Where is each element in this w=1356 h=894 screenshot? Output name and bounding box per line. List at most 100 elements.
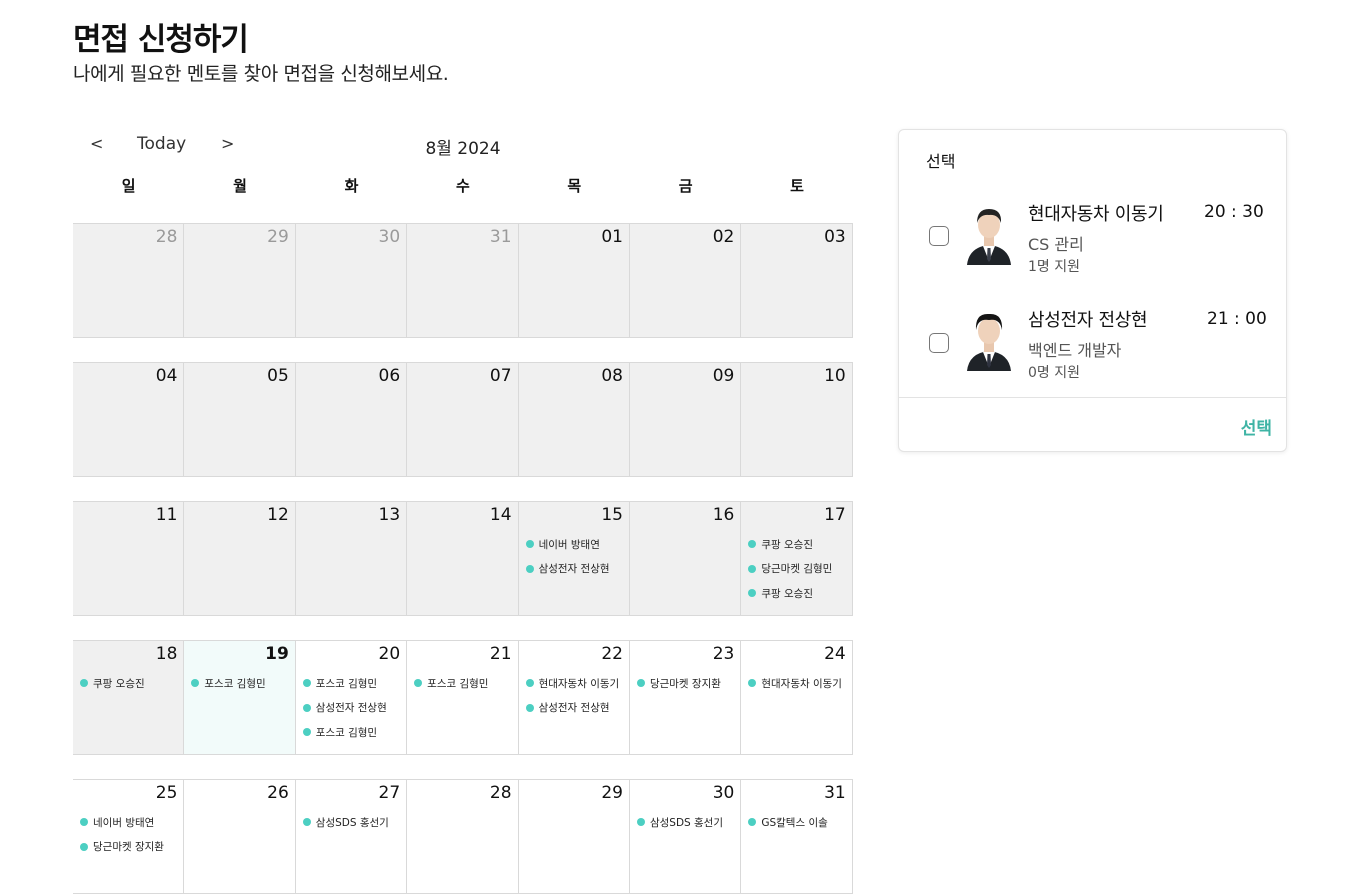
calendar-event[interactable]: 현대자동차 이동기 xyxy=(525,671,627,696)
event-list: 쿠팡 오승진 xyxy=(80,671,181,696)
mentor-item[interactable]: 현대자동차 이동기 20 : 30 CS 관리 1명 지원 xyxy=(899,200,1286,280)
calendar-day[interactable]: 30 삼성SDS 홍선기 xyxy=(629,780,742,893)
calendar-day[interactable]: 02 xyxy=(629,224,742,337)
calendar-event[interactable]: 당근마켓 김형민 xyxy=(748,557,849,582)
calendar-day[interactable]: 28 xyxy=(73,224,185,337)
event-label: 당근마켓 장지환 xyxy=(649,677,721,690)
day-number: 18 xyxy=(155,644,178,664)
weekday-label: 일 xyxy=(121,177,136,195)
calendar-day[interactable]: 08 xyxy=(518,363,630,476)
day-number: 11 xyxy=(155,505,178,525)
calendar-day[interactable]: 03 xyxy=(741,224,853,337)
calendar-day[interactable]: 25 네이버 방태연 당근마켓 장지환 xyxy=(73,780,185,893)
calendar-day[interactable]: 22 현대자동차 이동기 삼성전자 전상현 xyxy=(518,641,630,754)
calendar-day[interactable]: 13 xyxy=(295,502,408,615)
calendar-day[interactable]: 21 포스코 김형민 xyxy=(407,641,519,754)
day-number: 26 xyxy=(267,783,289,803)
calendar-event[interactable]: 쿠팡 오승진 xyxy=(80,671,181,696)
calendar-week-row: 25 네이버 방태연 당근마켓 장지환 26 27 삼성SDS 홍선기 28 29 30 삼성SD… xyxy=(73,779,853,894)
day-number: 06 xyxy=(378,366,401,386)
day-number: 24 xyxy=(824,644,846,664)
calendar-day[interactable]: 23 당근마켓 장지환 xyxy=(629,641,742,754)
day-number: 02 xyxy=(712,227,735,247)
calendar-event[interactable]: 당근마켓 장지환 xyxy=(80,835,181,860)
mentor-checkbox[interactable] xyxy=(929,333,949,353)
mentor-applicant-count: 1명 지원 xyxy=(1028,259,1080,275)
calendar-day[interactable]: 07 xyxy=(407,363,519,476)
event-list: 삼성SDS 홍선기 xyxy=(636,810,738,835)
event-label: 삼성전자 전상현 xyxy=(315,702,387,715)
day-number: 28 xyxy=(489,783,512,803)
calendar-day[interactable]: 14 xyxy=(407,502,519,615)
calendar-day[interactable]: 11 xyxy=(73,502,185,615)
event-dot-icon xyxy=(525,703,534,712)
calendar-day[interactable]: 31 xyxy=(407,224,519,337)
event-list: GS칼텍스 이솔 xyxy=(748,810,849,835)
mentor-item[interactable]: 삼성전자 전상현 21 : 00 백엔드 개발자 0명 지원 xyxy=(899,306,1286,386)
event-label: 포스코 김형민 xyxy=(427,677,489,690)
calendar-day[interactable]: 16 xyxy=(629,502,742,615)
calendar-day[interactable]: 31 GS칼텍스 이솔 xyxy=(741,780,853,893)
event-label: 현대자동차 이동기 xyxy=(761,677,842,690)
today-button[interactable]: Today xyxy=(137,134,186,154)
event-label: 네이버 방태연 xyxy=(93,816,155,829)
calendar-day[interactable]: 18 쿠팡 오승진 xyxy=(73,641,185,754)
calendar-event[interactable]: 삼성전자 전상현 xyxy=(525,696,627,721)
calendar-event[interactable]: 당근마켓 장지환 xyxy=(636,671,738,696)
event-label: 포스코 김형민 xyxy=(315,677,378,690)
calendar-event[interactable]: 삼성SDS 홍선기 xyxy=(636,810,738,835)
event-label: 쿠팡 오승진 xyxy=(761,538,813,551)
calendar-event[interactable]: 현대자동차 이동기 xyxy=(748,671,849,696)
weekday-label: 수 xyxy=(455,177,470,195)
day-number: 30 xyxy=(712,783,735,803)
calendar-toolbar: 8월 2024 < Today > xyxy=(73,134,853,160)
select-button[interactable]: 선택 xyxy=(1241,414,1272,439)
calendar-day[interactable]: 24 현대자동차 이동기 xyxy=(741,641,853,754)
mentor-checkbox[interactable] xyxy=(929,226,949,246)
calendar-day[interactable]: 04 xyxy=(73,363,185,476)
calendar-day[interactable]: 05 xyxy=(184,363,296,476)
calendar-day[interactable]: 15 네이버 방태연 삼성전자 전상현 xyxy=(518,502,630,615)
next-month-button[interactable]: > xyxy=(221,134,234,153)
calendar-event[interactable]: 포스코 김형민 xyxy=(302,671,404,696)
calendar-day[interactable]: 30 xyxy=(295,224,408,337)
day-number: 03 xyxy=(824,227,846,247)
calendar-event[interactable]: 삼성전자 전상현 xyxy=(302,696,404,721)
calendar-day[interactable]: 20 포스코 김형민 삼성전자 전상현 포스코 김형민 xyxy=(295,641,408,754)
calendar-day[interactable]: 01 xyxy=(518,224,630,337)
day-number: 27 xyxy=(378,783,401,803)
calendar-day-today[interactable]: 19 포스코 김형민 xyxy=(184,641,296,754)
calendar-day[interactable]: 27 삼성SDS 홍선기 xyxy=(295,780,408,893)
calendar-day[interactable]: 12 xyxy=(184,502,296,615)
day-number: 16 xyxy=(712,505,735,525)
calendar-event[interactable]: 포스코 김형민 xyxy=(414,671,515,696)
day-number: 04 xyxy=(155,366,178,386)
calendar-event[interactable]: 쿠팡 오승진 xyxy=(748,581,849,606)
calendar-day[interactable]: 29 xyxy=(184,224,296,337)
calendar-week-row: 11 12 13 14 15 네이버 방태연 삼성전자 전상현 16 17 쿠팡 오승진 당근마켓 … xyxy=(73,501,853,616)
calendar-event[interactable]: 삼성SDS 홍선기 xyxy=(302,810,404,835)
calendar-event[interactable]: GS칼텍스 이솔 xyxy=(748,810,849,835)
calendar-event[interactable]: 포스코 김형민 xyxy=(191,671,292,696)
calendar-event[interactable]: 네이버 방태연 xyxy=(80,810,181,835)
calendar-day[interactable]: 06 xyxy=(295,363,408,476)
calendar-event[interactable]: 삼성전자 전상현 xyxy=(525,557,627,582)
prev-month-button[interactable]: < xyxy=(90,134,103,153)
calendar-event[interactable]: 네이버 방태연 xyxy=(525,532,627,557)
event-dot-icon xyxy=(302,679,311,688)
event-list: 포스코 김형민 xyxy=(414,671,515,696)
event-label: 포스코 김형민 xyxy=(204,677,266,690)
calendar-day[interactable]: 28 xyxy=(407,780,519,893)
day-number: 28 xyxy=(155,227,178,247)
calendar-day[interactable]: 09 xyxy=(629,363,742,476)
calendar-event[interactable]: 쿠팡 오승진 xyxy=(748,532,849,557)
calendar-day[interactable]: 29 xyxy=(518,780,630,893)
calendar-day[interactable]: 26 xyxy=(184,780,296,893)
calendar-day[interactable]: 17 쿠팡 오승진 당근마켓 김형민 쿠팡 오승진 xyxy=(741,502,853,615)
mentor-avatar xyxy=(967,209,1011,265)
calendar-event[interactable]: 포스코 김형민 xyxy=(302,720,404,745)
event-list: 당근마켓 장지환 xyxy=(636,671,738,696)
event-label: 삼성SDS 홍선기 xyxy=(315,816,389,829)
calendar-day[interactable]: 10 xyxy=(741,363,853,476)
weekday-label: 월 xyxy=(233,177,247,195)
